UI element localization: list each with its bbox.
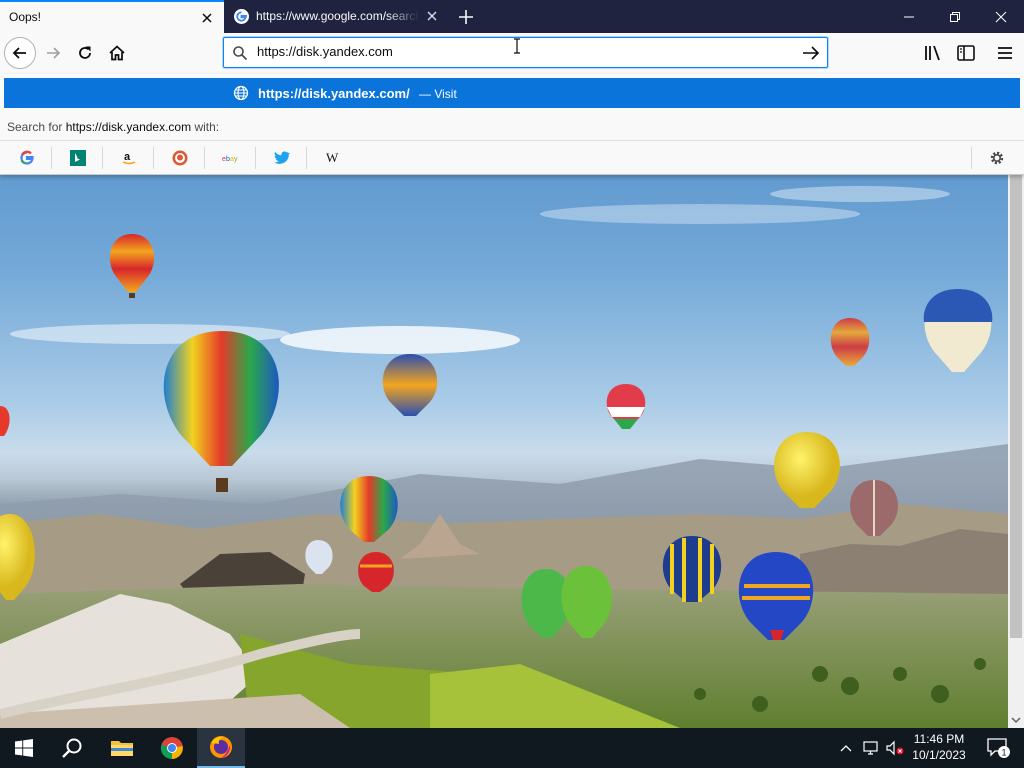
scrollbar-thumb[interactable]: [1010, 175, 1022, 638]
windows-start-icon: [15, 739, 33, 757]
restore-button[interactable]: [932, 0, 978, 33]
separator: [306, 147, 307, 169]
navigation-toolbar: [0, 33, 1024, 74]
firefox-button[interactable]: [197, 728, 245, 768]
chevron-up-icon: [840, 745, 852, 752]
clock-date: 10/1/2023: [912, 748, 966, 762]
separator: [255, 147, 256, 169]
back-button[interactable]: [4, 37, 36, 69]
separator: [971, 147, 972, 169]
twitter-icon[interactable]: [273, 149, 291, 167]
google-icon: [234, 9, 249, 24]
svg-text:y: y: [234, 156, 238, 163]
separator: [102, 147, 103, 169]
svg-text:a: a: [124, 151, 131, 163]
go-arrow-icon[interactable]: [801, 44, 821, 62]
taskbar-clock[interactable]: 11:46 PM 10/1/2023: [906, 731, 972, 763]
file-explorer-icon: [111, 741, 133, 756]
close-icon: [995, 11, 1007, 22]
taskbar-search-button[interactable]: [48, 728, 96, 768]
tab-title: https://www.google.com/search: [256, 9, 419, 23]
gear-icon[interactable]: [988, 149, 1006, 167]
minimize-icon: [904, 16, 914, 17]
forward-arrow-icon: [47, 47, 61, 59]
amazon-icon[interactable]: a: [120, 149, 138, 167]
show-hidden-icons-button[interactable]: [836, 728, 856, 768]
file-explorer-button[interactable]: [98, 728, 146, 768]
balloon: [382, 354, 438, 416]
one-off-search-engines: a e b a y W: [0, 140, 1024, 175]
back-arrow-icon: [12, 47, 26, 59]
bing-icon[interactable]: [69, 149, 87, 167]
network-icon: [863, 741, 878, 755]
restore-icon: [950, 11, 960, 22]
action-center-button[interactable]: 1: [978, 728, 1018, 768]
volume-tray-button[interactable]: [884, 728, 906, 768]
close-tab-icon[interactable]: [424, 8, 440, 24]
balloon: [662, 536, 722, 602]
url-bar[interactable]: [223, 37, 828, 68]
wikipedia-icon[interactable]: W: [324, 149, 342, 167]
separator: [51, 147, 52, 169]
tab-title: Oops!: [9, 10, 42, 24]
library-icon[interactable]: [921, 41, 945, 65]
windows-taskbar: 11:46 PM 10/1/2023 1: [0, 728, 1024, 768]
balloon: [163, 331, 279, 492]
search-icon: [233, 46, 248, 61]
network-tray-button[interactable]: [860, 728, 882, 768]
firefox-icon: [210, 736, 232, 758]
svg-text:W: W: [326, 150, 339, 165]
chrome-button[interactable]: [148, 728, 196, 768]
reload-button[interactable]: [69, 37, 101, 69]
windows-start-button[interactable]: [0, 728, 48, 768]
tab-google-search[interactable]: https://www.google.com/search: [224, 0, 450, 33]
close-window-button[interactable]: [978, 0, 1024, 33]
notification-icon: 1: [987, 738, 1010, 758]
balloon: [109, 234, 155, 298]
duckduckgo-icon[interactable]: [171, 149, 189, 167]
balloon: [830, 318, 870, 366]
separator: [153, 147, 154, 169]
hamburger-menu-icon[interactable]: [993, 41, 1017, 65]
google-icon[interactable]: [18, 149, 36, 167]
balloon: [923, 289, 993, 372]
text-cursor-icon: [514, 38, 520, 54]
search-for-suffix: with:: [194, 120, 220, 134]
clock-time: 11:46 PM: [913, 732, 965, 746]
search-for-label: Search for https://disk.yandex.com with:: [7, 120, 219, 134]
search-for-prefix: Search for: [7, 120, 63, 134]
balloon: [0, 406, 10, 436]
tab-strip: Oops! https://www.google.com/search: [0, 0, 1024, 33]
volume-muted-icon: [886, 740, 904, 756]
url-input[interactable]: [257, 44, 797, 59]
forward-button[interactable]: [37, 37, 69, 69]
separator: [204, 147, 205, 169]
url-autocomplete-popup: https://disk.yandex.com/ — Visit Search …: [0, 74, 1024, 175]
tab-oops[interactable]: Oops!: [0, 0, 224, 33]
reload-icon: [79, 46, 91, 59]
globe-icon: [233, 85, 249, 101]
ebay-icon[interactable]: e b a y: [222, 149, 240, 167]
search-icon: [62, 738, 82, 758]
sidebar-toggle-icon[interactable]: [954, 41, 978, 65]
autocomplete-suggestion-row[interactable]: https://disk.yandex.com/ — Visit: [4, 78, 1020, 108]
suggestion-action: — Visit: [419, 87, 457, 101]
minimize-button[interactable]: [886, 0, 932, 33]
new-tab-plus-icon[interactable]: [454, 5, 478, 29]
home-button[interactable]: [101, 37, 133, 69]
search-for-query: https://disk.yandex.com: [65, 120, 192, 134]
home-icon: [109, 45, 125, 61]
notification-count: 1: [1001, 748, 1006, 758]
close-tab-icon[interactable]: [199, 10, 215, 26]
chrome-icon: [160, 737, 183, 759]
scroll-down-arrow-icon[interactable]: [1008, 712, 1024, 728]
balloon: [606, 384, 646, 429]
suggestion-url: https://disk.yandex.com/: [258, 86, 410, 101]
